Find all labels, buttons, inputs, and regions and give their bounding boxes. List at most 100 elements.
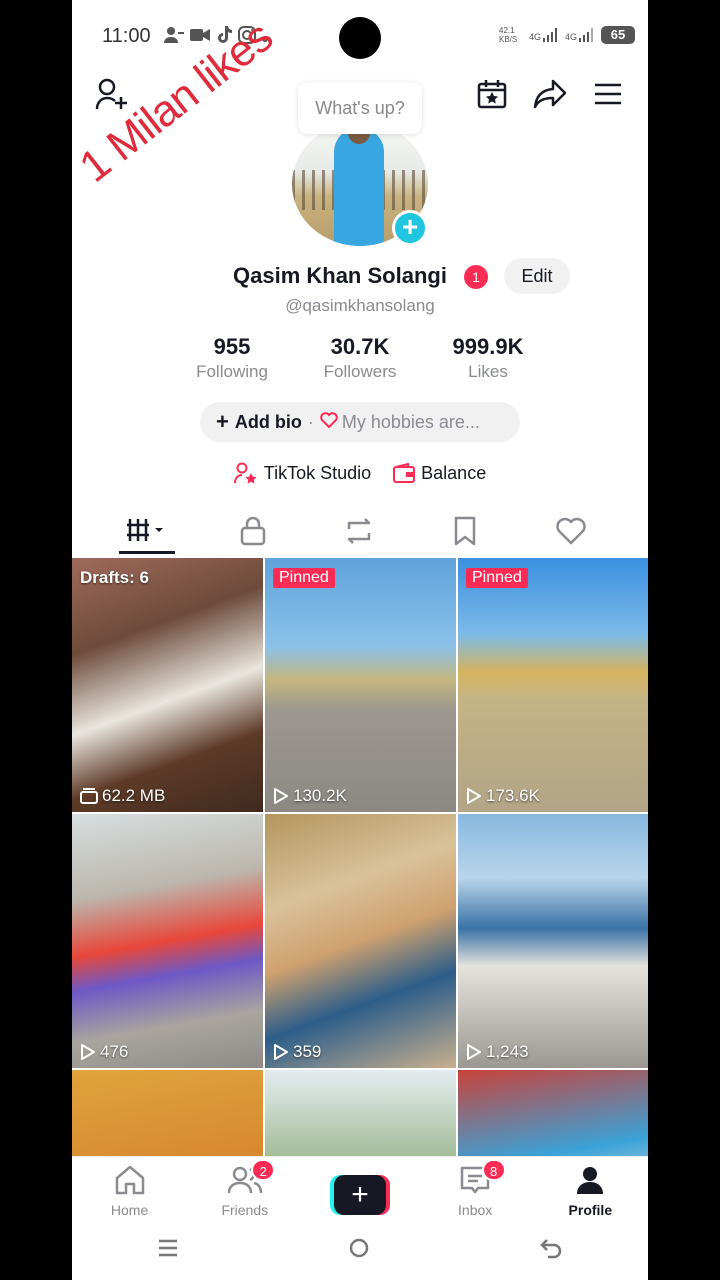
status-bar: 11:00 42.1 KB/S 4G 4G 65 bbox=[72, 0, 648, 76]
home-system-button[interactable] bbox=[348, 1237, 370, 1266]
view-count: 173.6K bbox=[466, 786, 540, 806]
system-navigation-bar bbox=[72, 1222, 648, 1280]
stat-followers[interactable]: 30.7K Followers bbox=[296, 334, 424, 384]
view-count: 130.2K bbox=[273, 786, 347, 806]
tab-private[interactable] bbox=[225, 508, 281, 554]
play-icon bbox=[274, 788, 288, 804]
nav-home-label: Home bbox=[110, 1202, 149, 1218]
tab-reposts[interactable] bbox=[331, 508, 387, 554]
nav-profile[interactable]: Profile bbox=[533, 1157, 648, 1222]
phone-screen: 11:00 42.1 KB/S 4G 4G 65 + What's up? 1 … bbox=[72, 0, 648, 1280]
contact-icon bbox=[164, 26, 184, 49]
bookmark-icon bbox=[454, 516, 476, 546]
profile-name: Qasim Khan Solangi bbox=[233, 263, 447, 288]
stat-following[interactable]: 955 Following bbox=[168, 334, 296, 384]
calendar-star-button[interactable] bbox=[474, 76, 510, 112]
battery-indicator: 65 bbox=[601, 26, 636, 44]
topbar-actions bbox=[474, 76, 626, 112]
recent-apps-button[interactable] bbox=[157, 1237, 179, 1265]
signal-bars-icon bbox=[579, 28, 594, 42]
balance-label: Balance bbox=[421, 462, 487, 483]
video-tile[interactable] bbox=[72, 1070, 263, 1156]
studio-person-star-icon bbox=[233, 462, 257, 484]
nav-home[interactable]: Home bbox=[72, 1157, 187, 1222]
drafts-size: 62.2 MB bbox=[80, 786, 165, 806]
name-notification-badge: 1 bbox=[464, 265, 488, 289]
whats-up-bubble[interactable]: What's up? bbox=[298, 82, 422, 134]
share-profile-button[interactable] bbox=[532, 76, 568, 112]
profile-stats: 955 Following 30.7K Followers 999.9K Lik… bbox=[168, 334, 552, 384]
share-arrow-icon bbox=[533, 79, 567, 109]
video-tile[interactable]: Pinned 130.2K bbox=[265, 558, 456, 812]
bottom-navigation: Home 2 Friends + 8 Inbox Profile bbox=[72, 1156, 648, 1222]
drafts-stack-icon bbox=[80, 788, 98, 804]
home-icon bbox=[115, 1165, 144, 1195]
balance-link[interactable]: Balance bbox=[393, 458, 486, 488]
status-time: 11:00 bbox=[102, 25, 151, 47]
video-tile[interactable]: 476 bbox=[72, 814, 263, 1068]
signal-1: 4G bbox=[529, 28, 558, 42]
profile-handle: @qasimkhansolang bbox=[285, 296, 435, 315]
add-friend-button[interactable] bbox=[94, 76, 130, 112]
content-tabs bbox=[72, 508, 648, 558]
nav-friends[interactable]: 2 Friends bbox=[187, 1157, 302, 1222]
tab-favorites[interactable] bbox=[437, 508, 493, 554]
tiktok-studio-label: TikTok Studio bbox=[263, 462, 372, 483]
add-story-plus-icon[interactable]: + bbox=[392, 210, 428, 246]
network-indicators: 42.1 KB/S 4G 4G 65 bbox=[499, 26, 636, 44]
bio-separator: · bbox=[307, 411, 314, 432]
view-count: 1,243 bbox=[466, 1042, 529, 1062]
tiktok-studio-link[interactable]: TikTok Studio bbox=[233, 458, 372, 488]
heart-outline-icon bbox=[320, 411, 338, 433]
stat-likes[interactable]: 999.9K Likes bbox=[424, 334, 552, 384]
add-bio-label: Add bio bbox=[234, 411, 302, 432]
video-tile-drafts[interactable]: Drafts: 6 62.2 MB bbox=[72, 558, 263, 812]
plus-icon: + bbox=[333, 1175, 386, 1215]
friends-count-badge: 2 bbox=[251, 1159, 276, 1181]
play-icon bbox=[467, 788, 481, 804]
nav-inbox[interactable]: 8 Inbox bbox=[418, 1157, 533, 1222]
video-tile[interactable]: Pinned 173.6K bbox=[458, 558, 648, 812]
create-button[interactable]: + bbox=[329, 1175, 390, 1215]
play-icon bbox=[81, 1044, 95, 1060]
add-person-icon bbox=[95, 78, 127, 110]
inbox-count-badge: 8 bbox=[481, 1159, 506, 1181]
plus-icon: + bbox=[216, 409, 229, 434]
video-grid: Drafts: 6 62.2 MB Pinned 130.2K Pinned 1… bbox=[72, 558, 648, 1156]
profile-name-row: Qasim Khan Solangi 1 Edit bbox=[72, 258, 648, 296]
profile-person-icon bbox=[577, 1167, 604, 1194]
video-tile[interactable]: 359 bbox=[265, 814, 456, 1068]
net-speed: 42.1 KB/S bbox=[499, 26, 518, 44]
video-tile[interactable] bbox=[265, 1070, 456, 1156]
play-icon bbox=[467, 1044, 481, 1060]
nav-profile-label: Profile bbox=[568, 1202, 613, 1218]
add-bio-button[interactable]: + Add bio · My hobbies are... bbox=[200, 402, 520, 442]
videos-grid-icon bbox=[127, 518, 163, 541]
nav-create[interactable]: + bbox=[302, 1157, 417, 1222]
recent-apps-icon bbox=[158, 1239, 177, 1257]
tab-liked[interactable] bbox=[543, 508, 599, 554]
signal-2: 4G bbox=[565, 28, 594, 42]
heart-icon bbox=[556, 517, 586, 545]
repost-icon bbox=[347, 518, 371, 544]
home-circle-icon bbox=[349, 1238, 369, 1257]
play-icon bbox=[274, 1044, 288, 1060]
hamburger-menu-icon bbox=[595, 83, 621, 105]
drafts-label: Drafts: 6 bbox=[80, 568, 149, 587]
edit-profile-button[interactable]: Edit bbox=[504, 258, 570, 294]
view-count: 476 bbox=[80, 1042, 128, 1062]
wallet-icon bbox=[393, 463, 416, 483]
pinned-badge: Pinned bbox=[273, 568, 335, 588]
back-arrow-icon bbox=[540, 1238, 562, 1258]
calendar-star-icon bbox=[477, 80, 507, 109]
profile-links: TikTok Studio Balance bbox=[72, 458, 648, 488]
video-tile[interactable] bbox=[458, 1070, 648, 1156]
signal-bars-icon bbox=[543, 28, 558, 42]
nav-friends-label: Friends bbox=[221, 1202, 269, 1218]
tab-videos[interactable] bbox=[119, 508, 175, 554]
menu-button[interactable] bbox=[590, 76, 626, 112]
pinned-badge: Pinned bbox=[466, 568, 528, 588]
video-icon bbox=[190, 27, 210, 48]
back-system-button[interactable] bbox=[539, 1237, 563, 1266]
video-tile[interactable]: 1,243 bbox=[458, 814, 648, 1068]
